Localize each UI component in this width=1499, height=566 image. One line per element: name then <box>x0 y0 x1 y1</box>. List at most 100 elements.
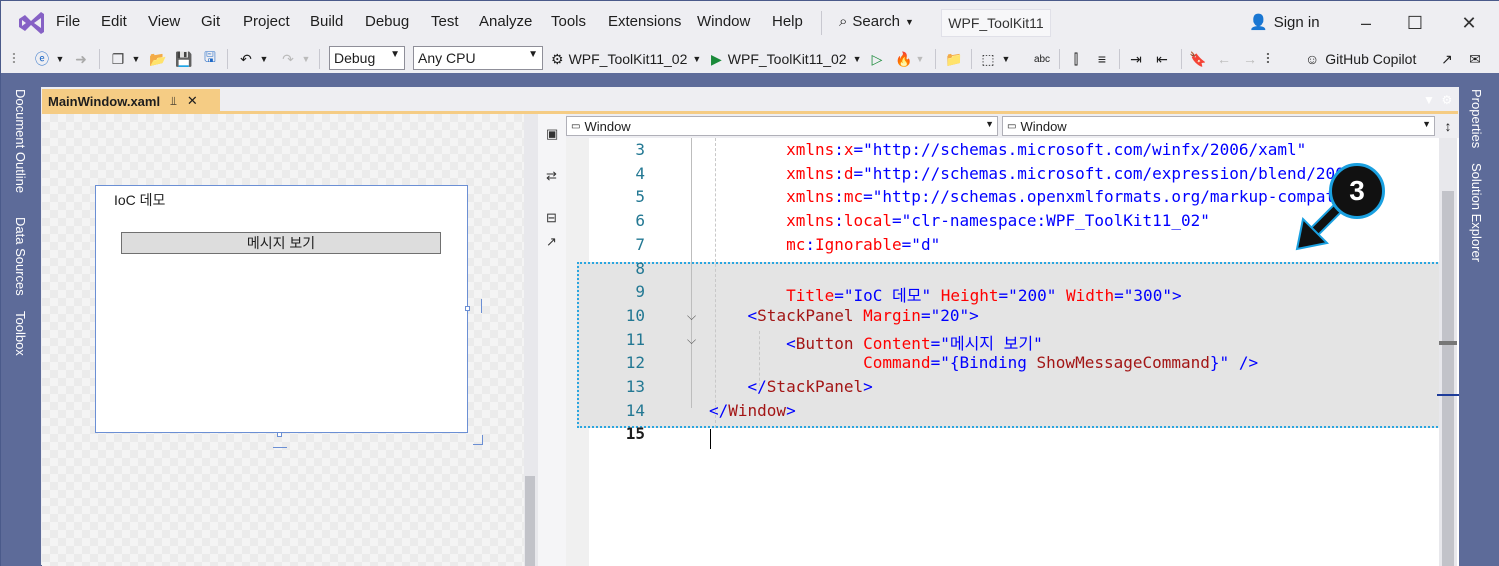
code-line[interactable]: 8 <box>589 259 1439 283</box>
menu-window[interactable]: Window <box>697 13 750 30</box>
element-member-combo[interactable]: ▭ Window ▼ <box>1002 116 1435 136</box>
code-line[interactable]: 10 <StackPanel Margin="20"> <box>589 306 1439 330</box>
maximize-button[interactable]: ☐ <box>1403 11 1427 35</box>
line-number: 5 <box>635 187 645 207</box>
menu-build[interactable]: Build <box>310 13 343 30</box>
menu-test[interactable]: Test <box>431 13 459 30</box>
toolbar-separator <box>227 49 228 69</box>
code-line[interactable]: 4 xmlns:d="http://schemas.microsoft.com/… <box>589 164 1439 188</box>
save-icon[interactable]: 💾 <box>173 47 195 71</box>
minimize-button[interactable]: – <box>1354 11 1378 35</box>
popout-icon[interactable]: ↗ <box>546 234 557 250</box>
overflow-icon[interactable]: ⠇ <box>1263 47 1277 71</box>
uncomment-icon[interactable]: ≡ <box>1091 47 1113 71</box>
start-debugging-button[interactable]: ▶ WPF_ToolKit11_02 ▼ <box>711 47 867 71</box>
open-folder-icon[interactable]: 📂 <box>147 47 169 71</box>
solution-configuration-combo[interactable]: Debug ▼ <box>329 46 405 70</box>
element-type-combo[interactable]: ▭ Window ▼ <box>566 116 998 136</box>
new-project-icon[interactable]: ❐ <box>107 47 129 71</box>
collapse-stackpanel-icon[interactable]: ⌵ <box>687 309 696 324</box>
feedback-icon[interactable]: ✉ <box>1465 47 1485 71</box>
code-line[interactable]: 3 xmlns:x="http://schemas.microsoft.com/… <box>589 140 1439 164</box>
data-sources-tab[interactable]: Data Sources <box>13 217 28 296</box>
preview-message-button[interactable]: 메시지 보기 <box>121 232 441 254</box>
browse-folder-icon[interactable]: 📁 <box>943 47 965 71</box>
window-element-icon: ▭ <box>1007 120 1017 132</box>
start-without-debugging-icon[interactable]: ▷ <box>867 47 887 71</box>
chevron-down-icon[interactable]: ▼ <box>301 47 311 71</box>
visual-studio-window: File Edit View Git Project Build Debug T… <box>0 0 1499 566</box>
indent-icon[interactable]: ⇥ <box>1125 47 1147 71</box>
bookmark-icon[interactable]: 🔖 <box>1187 47 1209 71</box>
toolbox-tab[interactable]: Toolbox <box>13 311 28 356</box>
next-bookmark-icon[interactable]: → <box>1239 47 1261 71</box>
designer-scrollbar-thumb[interactable] <box>525 476 535 566</box>
line-number: 8 <box>635 258 645 278</box>
resize-handle[interactable] <box>277 432 282 437</box>
split-editor-icon[interactable]: ↕ <box>1439 116 1457 136</box>
swap-panes-icon[interactable]: ⇄ <box>546 168 557 184</box>
code-line[interactable]: 9 Title="IoC 데모" Height="200" Width="300… <box>589 282 1439 306</box>
menu-view[interactable]: View <box>148 13 180 30</box>
toolbar-grip-icon: ⠇ <box>10 50 22 67</box>
code-line[interactable]: 11 <Button Content="메시지 보기" <box>589 330 1439 354</box>
line-number: 10 <box>625 305 645 325</box>
solution-explorer-tab[interactable]: Solution Explorer <box>1469 163 1484 262</box>
outdent-icon[interactable]: ⇤ <box>1151 47 1173 71</box>
menu-tools[interactable]: Tools <box>551 13 586 30</box>
save-all-icon[interactable]: 🖫 <box>199 47 221 71</box>
redo-icon[interactable]: ↷ <box>277 47 299 71</box>
tab-overflow-icon[interactable]: ▼ ⚙ <box>1423 93 1452 107</box>
menu-edit[interactable]: Edit <box>101 13 127 30</box>
menu-file[interactable]: File <box>56 13 80 30</box>
resize-corner-handle[interactable] <box>473 435 483 445</box>
spell-check-icon[interactable]: abc <box>1031 47 1053 71</box>
toolbar-separator <box>319 49 320 69</box>
chevron-down-icon: ▼ <box>1422 119 1431 129</box>
search-button[interactable]: ⌕ Search ▼ <box>839 13 914 30</box>
document-tab-mainwindow[interactable]: MainWindow.xaml ⫫ ✕ <box>42 89 220 113</box>
menu-project[interactable]: Project <box>243 13 290 30</box>
code-line[interactable]: 15 <box>589 424 1439 448</box>
layout-icon[interactable]: ⬚ <box>977 47 999 71</box>
resize-handle[interactable] <box>465 306 470 311</box>
hot-reload-icon[interactable]: 🔥 <box>893 47 915 71</box>
chevron-down-icon[interactable]: ▼ <box>131 47 141 71</box>
close-window-button[interactable]: ✕ <box>1457 11 1481 35</box>
collapse-button-icon[interactable]: ⌵ <box>687 333 696 348</box>
previous-bookmark-icon[interactable]: ← <box>1213 47 1235 71</box>
chevron-down-icon[interactable]: ▼ <box>1001 47 1011 71</box>
document-outline-tab[interactable]: Document Outline <box>13 89 28 193</box>
chevron-down-icon[interactable]: ▼ <box>55 47 65 71</box>
code-line[interactable]: 12 Command="{Binding ShowMessageCommand}… <box>589 353 1439 377</box>
chevron-down-icon[interactable]: ▼ <box>259 47 269 71</box>
solution-platform-combo[interactable]: Any CPU ▼ <box>413 46 543 70</box>
code-token: Button <box>795 333 854 353</box>
close-icon[interactable]: ✕ <box>187 93 198 109</box>
menu-extensions[interactable]: Extensions <box>608 13 681 30</box>
design-view-icon[interactable]: ▣ <box>546 126 558 142</box>
github-copilot-button[interactable]: ☺ GitHub Copilot <box>1305 47 1437 71</box>
solution-name-badge[interactable]: WPF_ToolKit11 <box>941 9 1051 37</box>
editor-scrollbar-thumb[interactable] <box>1442 191 1454 566</box>
comment-icon[interactable]: ⫿ <box>1065 47 1087 71</box>
menu-git[interactable]: Git <box>201 13 220 30</box>
pin-icon[interactable]: ⫫ <box>170 94 177 109</box>
xaml-view-icon[interactable]: ⊟ <box>546 210 557 226</box>
navigate-back-icon[interactable]: ⓔ <box>31 47 53 71</box>
properties-tab[interactable]: Properties <box>1469 89 1484 148</box>
designer-window-preview[interactable]: IoC 데모 메시지 보기 <box>95 185 468 433</box>
navigate-forward-icon[interactable]: ➜ <box>71 47 91 71</box>
code-line[interactable]: 14 </Window> <box>589 401 1439 425</box>
menu-help[interactable]: Help <box>772 13 803 30</box>
code-line[interactable]: 13 </StackPanel> <box>589 377 1439 401</box>
chevron-down-icon[interactable]: ▼ <box>915 47 925 71</box>
signin-button[interactable]: 👤 Sign in <box>1249 13 1320 32</box>
line-text: xmlns:local="clr-namespace:WPF_ToolKit11… <box>709 211 1210 230</box>
startup-project-combo[interactable]: ⚙ WPF_ToolKit11_02 ▼ <box>551 47 709 71</box>
share-icon[interactable]: ↗ <box>1437 47 1457 71</box>
platform-value: Any CPU <box>418 50 476 66</box>
menu-analyze[interactable]: Analyze <box>479 13 532 30</box>
menu-debug[interactable]: Debug <box>365 13 409 30</box>
undo-icon[interactable]: ↶ <box>235 47 257 71</box>
